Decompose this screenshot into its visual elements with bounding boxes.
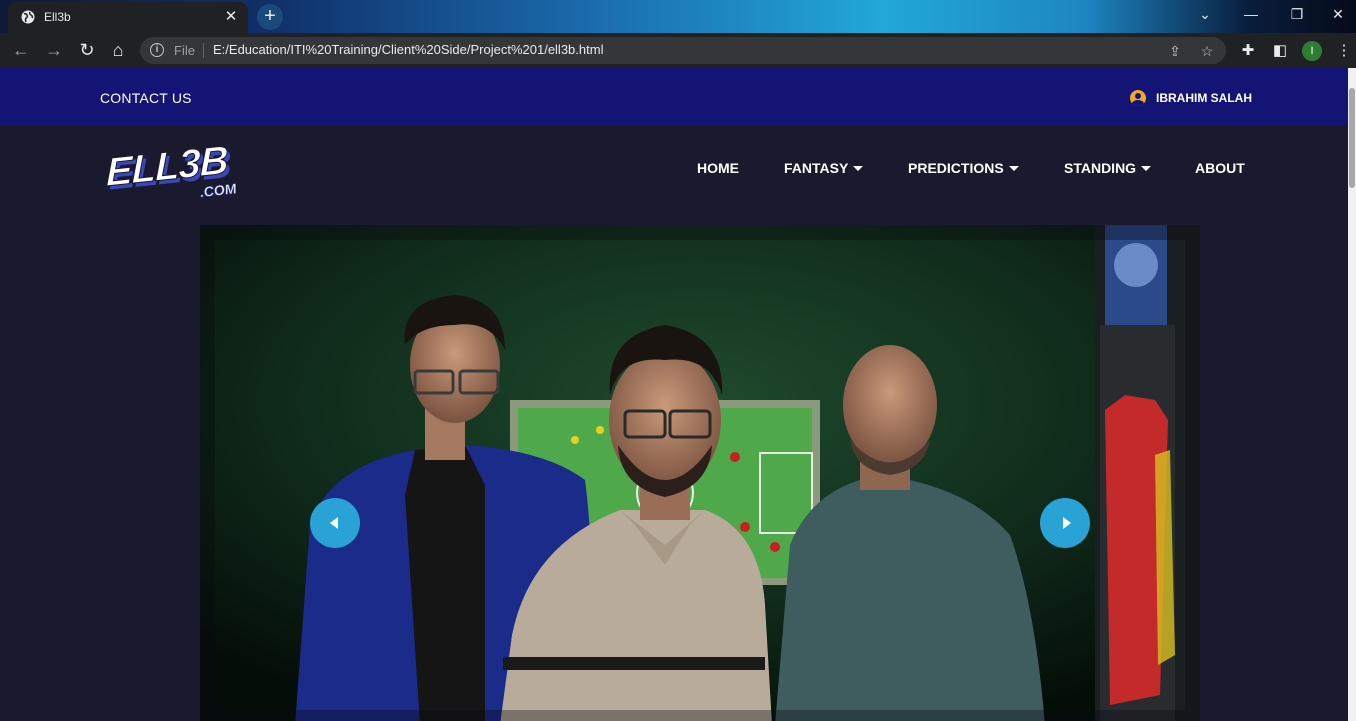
svg-text:.COM: .COM: [200, 180, 236, 200]
back-arrow-icon[interactable]: ←: [10, 40, 32, 62]
address-bar[interactable]: i File E:/Education/ITI%20Training/Clien…: [140, 37, 1226, 64]
new-tab-button[interactable]: +: [257, 4, 283, 30]
nav-home-label: HOME: [697, 160, 739, 176]
browser-toolbar: ← → ↻ ⌂ i File E:/Education/ITI%20Traini…: [0, 33, 1356, 68]
profile-avatar[interactable]: I: [1302, 41, 1322, 61]
tab-strip: Ell3b ✕ + ⌄ — ❐ ✕: [0, 0, 1356, 33]
carousel-next-button[interactable]: [1040, 498, 1090, 548]
tab-title: Ell3b: [44, 10, 71, 24]
minimize-icon[interactable]: —: [1228, 0, 1274, 30]
restore-icon[interactable]: ❐: [1274, 0, 1320, 30]
extensions-puzzle-icon[interactable]: ✚: [1238, 41, 1258, 61]
site-logo[interactable]: ELL3B ELL3B .COM: [106, 137, 246, 203]
scrollbar-thumb[interactable]: [1349, 88, 1355, 188]
user-account[interactable]: IBRAHIM SALAH: [1130, 90, 1252, 106]
hero-slide-image: [200, 225, 1200, 721]
caret-down-icon: [1141, 165, 1152, 171]
nav-about-label: ABOUT: [1195, 160, 1245, 176]
tab-search-icon[interactable]: ⌄: [1182, 0, 1228, 30]
browser-chrome: Ell3b ✕ + ⌄ — ❐ ✕ ← → ↻ ⌂ i File E:/Educ…: [0, 0, 1356, 68]
forward-arrow-icon[interactable]: →: [43, 40, 65, 62]
url-text[interactable]: E:/Education/ITI%20Training/Client%20Sid…: [213, 42, 603, 57]
top-bar: CONTACT US IBRAHIM SALAH: [0, 68, 1348, 125]
web-page: CONTACT US IBRAHIM SALAH ELL3B ELL3B .CO…: [0, 68, 1348, 721]
hero-carousel: [200, 225, 1200, 721]
user-circle-icon: [1130, 90, 1146, 106]
reload-icon[interactable]: ↻: [76, 40, 98, 62]
omnibox-divider: [203, 43, 204, 58]
nav-standing-label: STANDING: [1064, 160, 1137, 176]
nav-home[interactable]: HOME: [697, 160, 739, 176]
nav-fantasy[interactable]: FANTASY: [784, 160, 864, 176]
browser-tab[interactable]: Ell3b ✕: [8, 2, 248, 33]
window-close-icon[interactable]: ✕: [1320, 0, 1356, 30]
caret-down-icon: [1008, 165, 1019, 171]
side-panel-icon[interactable]: ◧: [1270, 41, 1290, 61]
main-header: ELL3B ELL3B .COM HOME FANTASY PREDICTION…: [0, 125, 1348, 225]
nav-fantasy-label: FANTASY: [784, 160, 849, 176]
globe-icon: [21, 10, 35, 24]
site-info-icon[interactable]: i: [150, 43, 164, 57]
bookmark-star-icon[interactable]: ☆: [1198, 42, 1216, 60]
nav-predictions-label: PREDICTIONS: [908, 160, 1004, 176]
caret-down-icon: [853, 165, 864, 171]
contact-us-link[interactable]: CONTACT US: [100, 90, 192, 106]
user-name: IBRAHIM SALAH: [1156, 91, 1252, 105]
home-icon[interactable]: ⌂: [107, 40, 129, 62]
share-icon[interactable]: ⇪: [1166, 42, 1184, 60]
nav-about[interactable]: ABOUT: [1195, 160, 1245, 176]
nav-standing[interactable]: STANDING: [1064, 160, 1152, 176]
url-scheme: File: [174, 43, 195, 58]
carousel-prev-button[interactable]: [310, 498, 360, 548]
tab-close-icon[interactable]: ✕: [222, 8, 240, 26]
page-scrollbar[interactable]: [1348, 68, 1356, 721]
menu-kebab-icon[interactable]: ⋮: [1334, 41, 1354, 61]
nav-predictions[interactable]: PREDICTIONS: [908, 160, 1019, 176]
